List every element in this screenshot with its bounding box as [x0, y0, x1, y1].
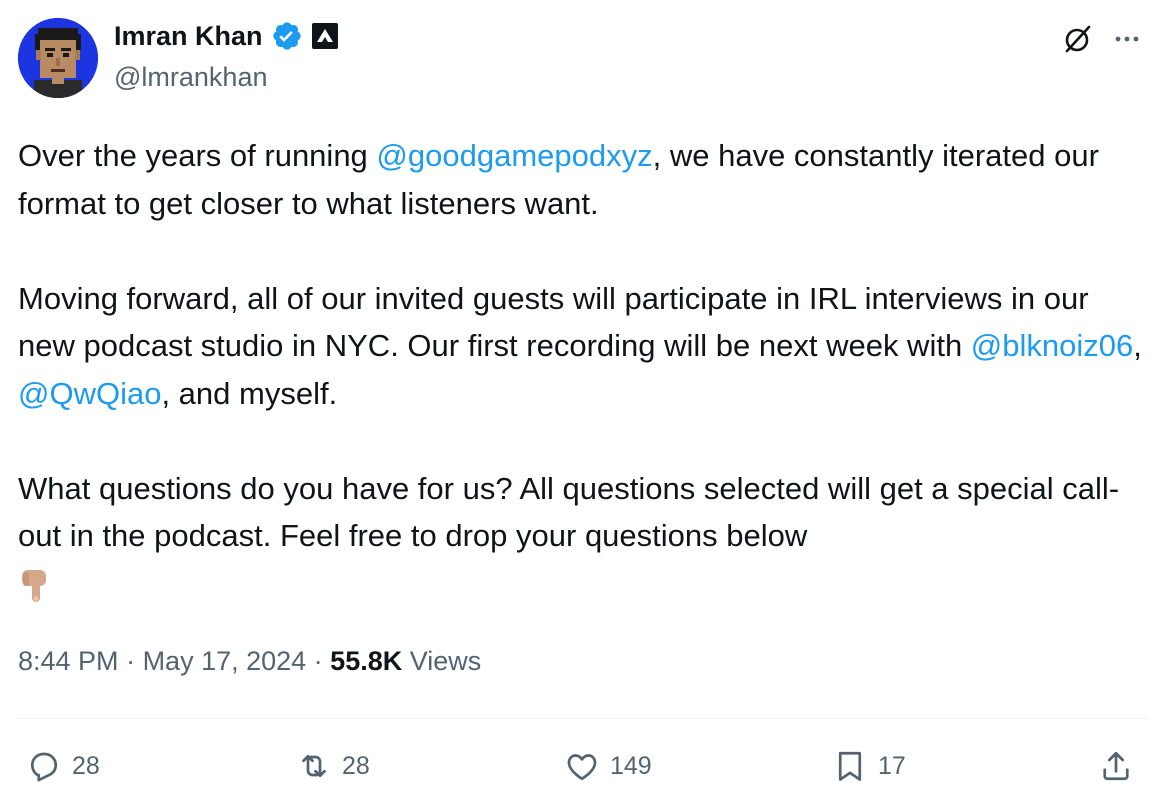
- reply-icon: [30, 752, 58, 782]
- author-name-row: Imran Khan: [114, 20, 339, 52]
- mention-qwqiao[interactable]: @QwQiao: [18, 376, 161, 411]
- author-display-name[interactable]: Imran Khan: [114, 21, 263, 52]
- tweet-time[interactable]: 8:44 PM: [18, 646, 119, 677]
- repost-button[interactable]: 28: [296, 744, 370, 788]
- text-segment: , and myself.: [161, 375, 338, 411]
- pointing-down-emoji: [22, 570, 46, 603]
- tweet-paragraph-2: Moving forward, all of our invited guest…: [18, 275, 1148, 418]
- text-segment: ,: [1133, 328, 1142, 363]
- share-button[interactable]: [1098, 744, 1134, 788]
- tweet-card: Imran Khan @lmrankhan Over the years of …: [0, 0, 1160, 806]
- tweet-date[interactable]: May 17, 2024: [143, 646, 307, 677]
- repost-icon: [302, 754, 326, 778]
- bookmark-button[interactable]: 17: [832, 744, 906, 788]
- meta-separator: ·: [118, 646, 143, 676]
- repost-count: 28: [342, 751, 370, 780]
- tweet-text: Over the years of running @goodgamepodxy…: [18, 132, 1148, 607]
- like-button[interactable]: 149: [564, 744, 652, 788]
- views-label: Views: [402, 646, 482, 676]
- grok-icon[interactable]: [1060, 22, 1094, 56]
- tweet-paragraph-1: Over the years of running @goodgamepodxy…: [18, 132, 1148, 227]
- like-count: 149: [610, 751, 652, 780]
- text-segment: What questions do you have for us? All q…: [18, 470, 1120, 554]
- share-icon: [1103, 751, 1129, 781]
- verified-badge-icon[interactable]: [271, 20, 303, 52]
- bookmark-icon: [838, 751, 862, 781]
- text-segment: Moving forward, all of our invited guest…: [18, 280, 1089, 364]
- mention-goodgamepodxyz[interactable]: @goodgamepodxyz: [376, 138, 652, 173]
- reply-count: 28: [72, 751, 100, 780]
- tweet-paragraph-3: What questions do you have for us? All q…: [18, 465, 1148, 608]
- views-count: 55.8K: [330, 646, 403, 676]
- bookmark-count: 17: [878, 751, 906, 780]
- like-icon: [567, 754, 597, 781]
- tweet-meta: 8:44 PM · May 17, 2024 · 55.8K Views: [18, 646, 481, 677]
- avatar[interactable]: [18, 18, 98, 98]
- divider: [18, 718, 1148, 719]
- mention-blknoiz06[interactable]: @blknoiz06: [971, 328, 1133, 363]
- more-icon[interactable]: [1110, 22, 1144, 56]
- reply-button[interactable]: 28: [26, 744, 100, 788]
- author-handle[interactable]: @lmrankhan: [114, 62, 267, 93]
- text-segment: Over the years of running: [18, 138, 377, 173]
- affiliation-badge-icon[interactable]: [311, 22, 339, 50]
- meta-separator: ·: [306, 646, 331, 676]
- avatar-pixel-face: [18, 18, 98, 98]
